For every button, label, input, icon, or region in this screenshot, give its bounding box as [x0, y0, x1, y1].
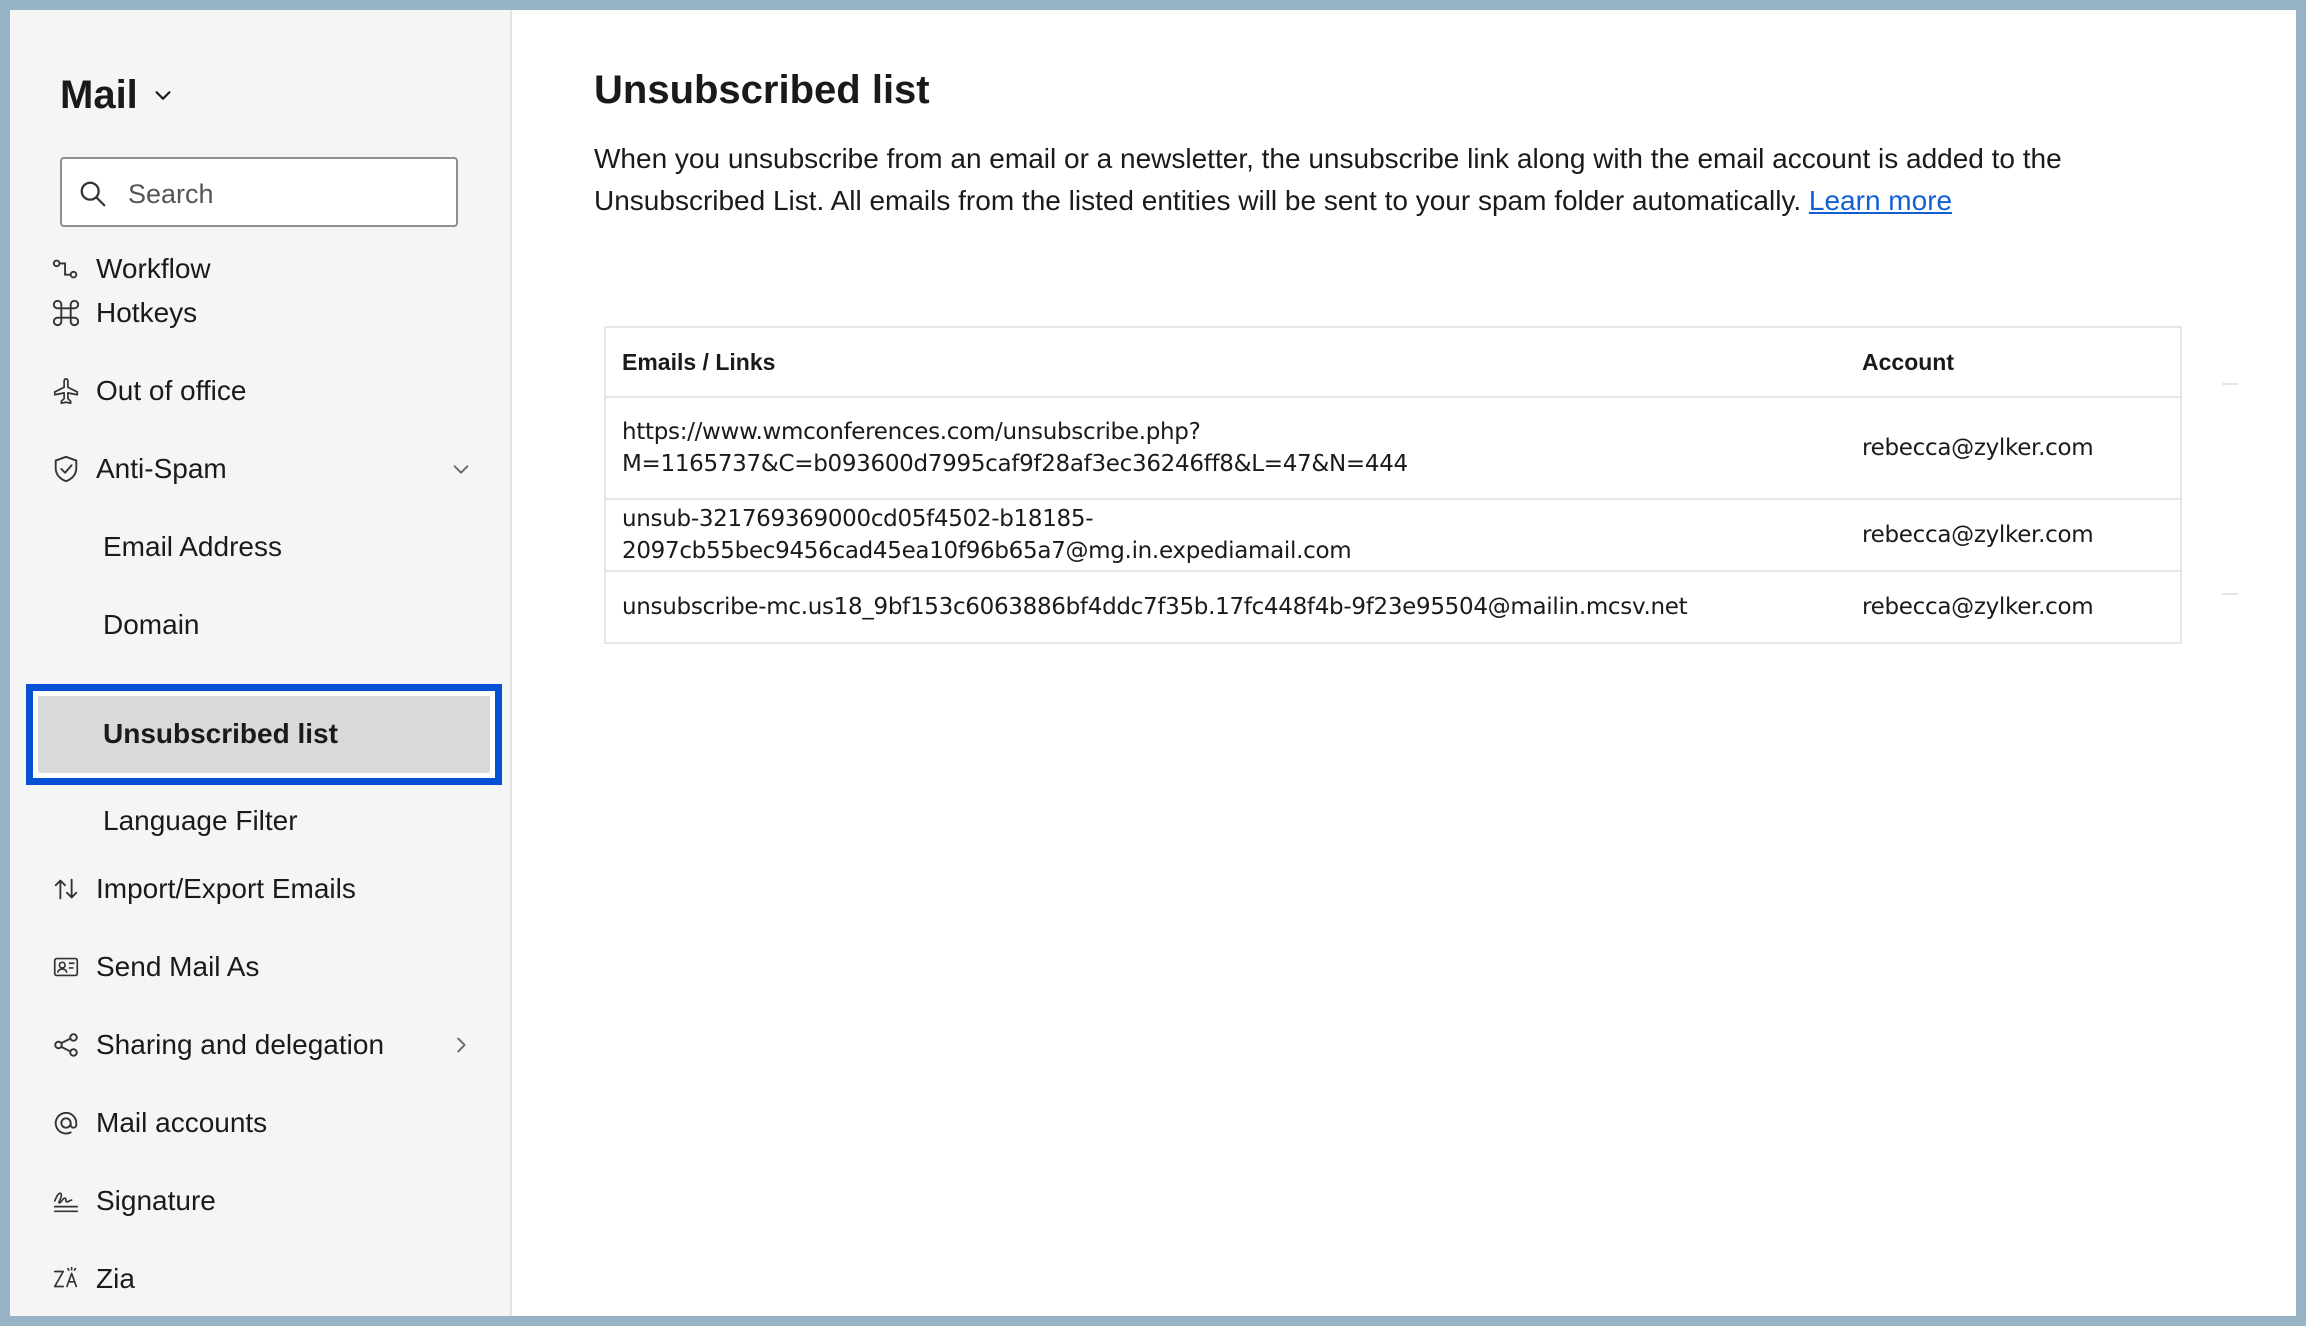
learn-more-link[interactable]: Learn more [1809, 185, 1952, 216]
sidebar-item-label: Domain [103, 609, 200, 640]
send-as-icon [50, 951, 82, 983]
at-icon [50, 1107, 82, 1139]
sidebar-item-label: Hotkeys [96, 297, 198, 328]
email-link-line: https://www.wmconferences.com/unsubscrib… [622, 419, 1201, 445]
sidebar-item-label: Anti-Spam [96, 453, 227, 484]
email-link-cell: https://www.wmconferences.com/unsubscrib… [622, 398, 1822, 498]
sidebar-item-send-mail-as[interactable]: Send Mail As [50, 936, 490, 998]
zia-icon [50, 1263, 82, 1295]
chevron-down-icon [155, 91, 171, 100]
email-link-cell: unsub-321769369000cd05f4502-b18185-2097c… [622, 506, 1352, 564]
email-link-cell: unsubscribe-mc.us18_9bf153c6063886bf4ddc… [622, 594, 1688, 620]
sidebar-item-label: Import/Export Emails [96, 873, 356, 904]
workflow-icon [50, 253, 82, 285]
signature-icon [50, 1185, 82, 1217]
divider [2222, 383, 2238, 385]
table-row[interactable]: unsub-321769369000cd05f4502-b18185-2097c… [606, 498, 2180, 570]
page-description: When you unsubscribe from an email or a … [594, 138, 2154, 222]
sidebar-item-label: Mail accounts [96, 1107, 268, 1138]
chevron-down-icon [453, 465, 469, 474]
account-cell: rebecca@zylker.com [1862, 435, 2094, 461]
divider [2222, 593, 2238, 595]
unsubscribed-table: Emails / Links Account https://www.wmcon… [604, 326, 2182, 644]
sidebar-item-domain[interactable]: Domain [103, 594, 493, 656]
account-cell: rebecca@zylker.com [1862, 522, 2094, 548]
app-title: Mail [60, 72, 138, 117]
page-title: Unsubscribed list [594, 68, 930, 112]
app-window: Mail Workflow Hotkeys Out of office Anti… [10, 10, 2296, 1316]
sidebar-item-signature[interactable]: Signature [50, 1170, 490, 1232]
sidebar-item-label: Send Mail As [96, 951, 260, 982]
account-cell: rebecca@zylker.com [1862, 594, 2094, 620]
airplane-icon [50, 375, 82, 407]
sidebar-item-label: Signature [96, 1185, 216, 1216]
chevron-right-icon [457, 1037, 466, 1053]
sidebar-item-label: Sharing and delegation [96, 1029, 385, 1060]
sidebar-item-hotkeys[interactable]: Hotkeys [50, 282, 490, 344]
search-field[interactable] [60, 157, 458, 227]
sidebar-item-zia[interactable]: Zia [50, 1248, 490, 1310]
sidebar-item-out-of-office[interactable]: Out of office [50, 360, 490, 422]
column-header-account: Account [1862, 349, 1954, 375]
email-link-line: M=1165737&C=b093600d7995caf9f28af3ec3624… [622, 451, 1408, 477]
shield-check-icon [50, 453, 82, 485]
table-header-row: Emails / Links Account [606, 328, 2180, 396]
column-header-emails-links: Emails / Links [622, 349, 776, 375]
sidebar-item-label: Workflow [96, 253, 211, 284]
sidebar-item-label: Email Address [103, 531, 282, 562]
sidebar-item-label: Zia [96, 1263, 135, 1294]
command-icon [50, 297, 82, 329]
sidebar-item-mail-accounts[interactable]: Mail accounts [50, 1092, 490, 1154]
main-content: Unsubscribed list When you unsubscribe f… [512, 10, 2296, 1316]
sidebar-item-label: Unsubscribed list [103, 718, 338, 749]
search-icon [80, 181, 106, 207]
sidebar-item-anti-spam[interactable]: Anti-Spam [50, 438, 490, 500]
sidebar-item-language-filter[interactable]: Language Filter [103, 790, 493, 852]
table-row[interactable]: unsubscribe-mc.us18_9bf153c6063886bf4ddc… [606, 570, 2180, 642]
settings-sidebar: Mail Workflow Hotkeys Out of office Anti… [10, 10, 512, 1316]
sidebar-item-label: Out of office [96, 375, 247, 406]
share-icon [50, 1029, 82, 1061]
import-export-icon [50, 873, 82, 905]
search-input[interactable] [126, 171, 450, 217]
sidebar-item-sharing-delegation[interactable]: Sharing and delegation [50, 1014, 490, 1076]
table-row[interactable]: https://www.wmconferences.com/unsubscrib… [606, 396, 2180, 498]
app-switcher[interactable]: Mail [60, 70, 174, 120]
sidebar-item-label: Language Filter [103, 805, 298, 836]
sidebar-item-import-export[interactable]: Import/Export Emails [50, 858, 490, 920]
sidebar-item-unsubscribed-list[interactable]: Unsubscribed list [103, 704, 338, 764]
sidebar-item-email-address[interactable]: Email Address [103, 516, 493, 578]
